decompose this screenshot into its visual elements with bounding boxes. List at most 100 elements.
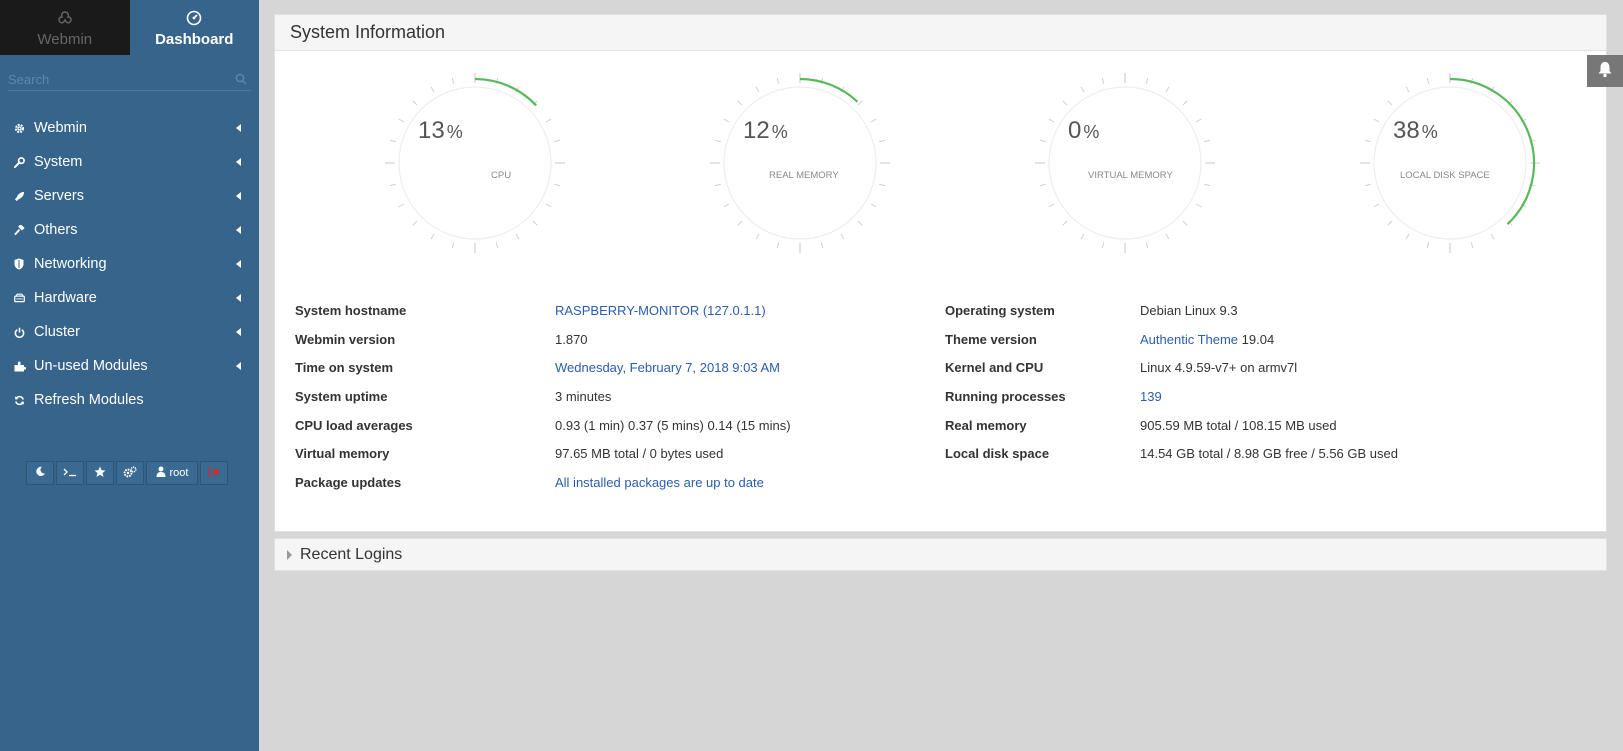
gauge-tick xyxy=(1080,86,1085,93)
panel-title: Recent Logins xyxy=(300,545,403,563)
time-link[interactable]: Wednesday, February 7, 2018 9:03 AM xyxy=(555,360,945,375)
info-value: 14.54 GB total / 8.98 GB free / 5.56 GB … xyxy=(1140,446,1398,462)
sidebar-item-unused-modules[interactable]: Un-used Modules xyxy=(0,349,259,383)
gauge-real-memory: 12% REAL MEMORY xyxy=(710,73,890,253)
settings-button[interactable] xyxy=(116,461,144,485)
tab-webmin[interactable]: Webmin xyxy=(0,0,130,55)
gauge-tick xyxy=(398,118,405,123)
search-icon[interactable] xyxy=(235,72,247,90)
system-information-panel: System Information 13% CPU 12% REAL MEMO… xyxy=(274,14,1607,532)
gauge-tick xyxy=(1039,183,1046,187)
sidebar-item-label: Others xyxy=(34,222,78,238)
dashboard-icon xyxy=(186,8,202,28)
caret-left-icon xyxy=(236,158,241,166)
gauge-tick xyxy=(1405,86,1410,93)
sidebar-item-networking[interactable]: Networking xyxy=(0,247,259,281)
info-row-uptime: System uptime 3 minutes xyxy=(295,382,945,411)
gauge-tick xyxy=(430,86,435,93)
terminal-button[interactable] xyxy=(56,461,84,485)
gavel-icon xyxy=(14,224,34,236)
info-value: Linux 4.9.59-v7+ on armv7l xyxy=(1140,360,1298,376)
gauge-tick xyxy=(1101,77,1105,84)
logout-button[interactable] xyxy=(200,461,228,485)
gauge-label: LOCAL DISK SPACE xyxy=(1400,170,1490,181)
user-icon xyxy=(156,466,166,480)
gauge-tick xyxy=(714,183,721,187)
info-key: Operating system xyxy=(945,302,1055,318)
gauge-tick xyxy=(1405,233,1410,240)
favorites-button[interactable] xyxy=(86,461,114,485)
tab-dashboard[interactable]: Dashboard xyxy=(129,0,259,55)
gauges-row: 13% CPU 12% REAL MEMORY 0% VIRTUAL MEMOR… xyxy=(275,51,1606,266)
info-row-package-updates: Package updates All installed packages a… xyxy=(295,468,945,497)
gauge-tick xyxy=(412,100,418,106)
gauge-tick xyxy=(1364,183,1371,187)
gauge-label: VIRTUAL MEMORY xyxy=(1088,170,1173,181)
sidebar-item-system[interactable]: System xyxy=(0,145,259,179)
gauge-tick xyxy=(1062,220,1068,226)
sidebar-item-servers[interactable]: Servers xyxy=(0,179,259,213)
notifications-button[interactable] xyxy=(1587,55,1623,87)
search-input[interactable] xyxy=(8,69,251,89)
gauge-tick xyxy=(1101,242,1105,249)
recent-logins-panel[interactable]: Recent Logins xyxy=(274,538,1607,571)
gauge-tick xyxy=(1490,233,1495,240)
gauge-dial xyxy=(385,73,565,253)
gauge-value: 13% xyxy=(418,117,463,144)
gauge-tick xyxy=(398,203,405,208)
gauge-tick xyxy=(879,139,886,143)
info-key: Time on system xyxy=(295,360,394,376)
puzzle-icon xyxy=(14,360,34,372)
info-key: Real memory xyxy=(945,417,1027,433)
hdd-icon xyxy=(14,293,34,303)
gauge-label: CPU xyxy=(491,170,512,181)
sidebar-item-label: System xyxy=(34,154,83,170)
caret-left-icon xyxy=(236,328,241,336)
info-key: Webmin version xyxy=(295,331,396,347)
gauge-dial xyxy=(1035,73,1215,253)
cogs-icon xyxy=(123,465,137,481)
package-updates-link[interactable]: All installed packages are up to date xyxy=(555,475,945,490)
night-mode-button[interactable] xyxy=(26,461,54,485)
gauge-tick xyxy=(820,242,824,249)
info-key: System uptime xyxy=(295,388,388,404)
shield-icon xyxy=(14,258,34,270)
sidebar-item-cluster[interactable]: Cluster xyxy=(0,315,259,349)
info-key: CPU load averages xyxy=(295,417,413,433)
hostname-link[interactable]: RASPBERRY-MONITOR (127.0.1.1) xyxy=(555,303,945,318)
system-info-table: System hostname RASPBERRY-MONITOR (127.0… xyxy=(275,266,1606,531)
sidebar-item-hardware[interactable]: Hardware xyxy=(0,281,259,315)
gauge-arc xyxy=(1449,77,1536,226)
info-key: Local disk space xyxy=(945,446,1050,462)
gauge-tick xyxy=(1387,220,1393,226)
moon-icon xyxy=(35,466,46,480)
sidebar-menu: Webmin System Servers Others Networking … xyxy=(0,111,259,417)
sidebar-item-webmin[interactable]: Webmin xyxy=(0,111,259,145)
gauge-tick xyxy=(1195,118,1202,123)
gauge-track xyxy=(1373,86,1527,240)
sidebar-item-label: Refresh Modules xyxy=(34,392,144,408)
gauge-arc xyxy=(799,77,859,103)
theme-link[interactable]: Authentic Theme xyxy=(1140,332,1238,347)
gauge-tick xyxy=(1182,100,1188,106)
sidebar-item-others[interactable]: Others xyxy=(0,213,259,247)
gauge-tick xyxy=(1080,233,1085,240)
gauge-tick xyxy=(545,203,552,208)
gauge-tick xyxy=(430,233,435,240)
processes-link[interactable]: 139 xyxy=(1140,389,1162,404)
gauge-value: 0% xyxy=(1068,117,1100,144)
gauge-value: 38% xyxy=(1393,117,1438,144)
info-key: Running processes xyxy=(945,388,1066,404)
info-key: Virtual memory xyxy=(295,446,390,462)
sidebar-bottom-toolbar: root xyxy=(26,461,228,485)
caret-left-icon xyxy=(236,124,241,132)
info-row-kernel: Kernel and CPU Linux 4.9.59-v7+ on armv7… xyxy=(945,353,1398,382)
sidebar-item-refresh-modules[interactable]: Refresh Modules xyxy=(0,383,259,417)
gauge-tick xyxy=(1364,139,1371,143)
info-value: 97.65 MB total / 0 bytes used xyxy=(555,446,724,462)
main-content: System Information 13% CPU 12% REAL MEMO… xyxy=(274,14,1607,571)
caret-left-icon xyxy=(236,192,241,200)
user-button[interactable]: root xyxy=(146,461,198,485)
info-value: Authentic Theme 19.04 xyxy=(1140,332,1274,347)
sidebar-item-label: Networking xyxy=(34,256,107,272)
